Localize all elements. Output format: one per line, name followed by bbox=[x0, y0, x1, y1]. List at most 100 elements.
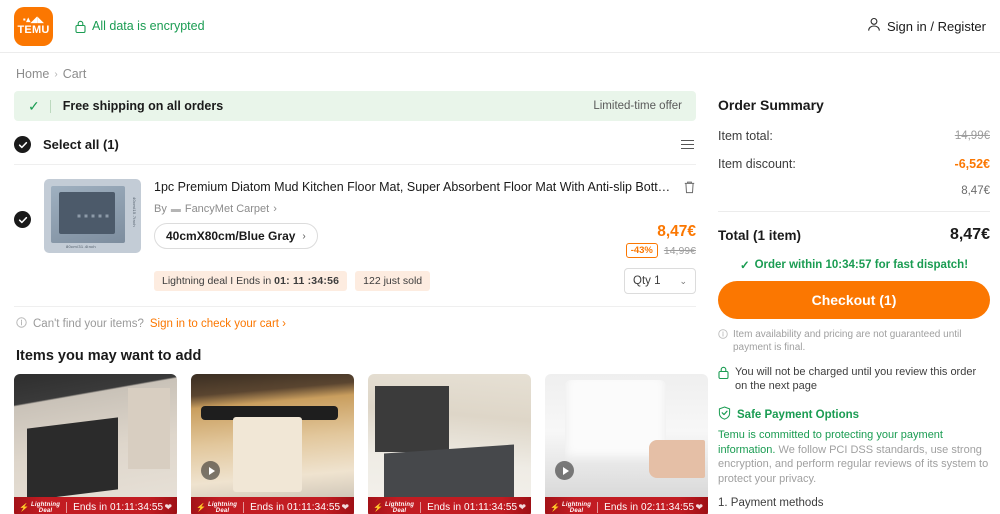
item-variant-price-row: 40cmX80cm/Blue Gray › 8,47€ -43% 14,99€ bbox=[154, 223, 696, 258]
footer-divider bbox=[243, 502, 245, 513]
shield-check-icon bbox=[718, 406, 731, 423]
recommendation-card[interactable]: ⚡ Lightning Deal Ends in 01:11:34:55 ❤ bbox=[191, 374, 354, 514]
safe-payment-body: Temu is committed to protecting your pay… bbox=[718, 428, 990, 486]
lightning-deal-timer: 01: 11 :34:56 bbox=[274, 275, 340, 287]
store-chevron-icon: › bbox=[273, 203, 277, 215]
deal-footer: ⚡ Lightning Deal Ends in 01:11:34:55 ❤ bbox=[14, 497, 177, 514]
logo-mark: ▪▴◢◣ bbox=[22, 15, 45, 24]
item-title[interactable]: 1pc Premium Diatom Mud Kitchen Floor Mat… bbox=[154, 179, 683, 195]
lightning-deal-logo: Lightning Deal bbox=[31, 502, 60, 514]
footer-divider bbox=[597, 502, 599, 513]
thumbnail-mat-surface bbox=[59, 192, 115, 234]
fast-dispatch-notice: ✓ Order within 10:34:57 for fast dispatc… bbox=[718, 258, 990, 272]
thumbnail-dimension-bottom: 80cm/31.4inch bbox=[66, 244, 96, 249]
breadcrumb-home[interactable]: Home bbox=[16, 67, 49, 81]
heart-icon: ❤ bbox=[518, 502, 526, 512]
user-icon bbox=[867, 17, 881, 35]
lightning-deal-logo: Lightning Deal bbox=[385, 502, 414, 514]
thumbnail-texture bbox=[77, 214, 108, 218]
quantity-select[interactable]: Qty 1 ⌄ bbox=[624, 268, 696, 294]
cart-page: ▪▴◢◣ TEMU All data is encrypted Sign in … bbox=[0, 0, 1000, 514]
item-discount-label: Item discount: bbox=[718, 157, 796, 171]
recommendations-title: Items you may want to add bbox=[16, 348, 202, 364]
safe-payment-header: Safe Payment Options bbox=[718, 406, 990, 423]
total-value: 8,47€ bbox=[949, 226, 990, 243]
signin-register-button[interactable]: Sign in / Register bbox=[867, 17, 986, 35]
variant-label: 40cmX80cm/Blue Gray bbox=[166, 229, 296, 243]
bolt-icon: ⚡ bbox=[19, 503, 29, 512]
chevron-down-icon: ⌄ bbox=[679, 275, 687, 286]
deal-footer: ⚡ Lightning Deal Ends in 02:11:34:55 ❤ bbox=[545, 497, 708, 514]
info-icon bbox=[16, 317, 27, 331]
item-price-current: 8,47€ bbox=[657, 223, 696, 240]
item-checkbox[interactable] bbox=[14, 211, 31, 228]
total-label: Total (1 item) bbox=[718, 227, 802, 243]
temu-logo[interactable]: ▪▴◢◣ TEMU bbox=[14, 6, 53, 46]
hint-text: Can't find your items? bbox=[33, 318, 144, 330]
subtotal-value: 8,47€ bbox=[961, 185, 990, 197]
recommendation-card[interactable]: ⚡ Lightning Deal Ends in 02:11:34:55 ❤ bbox=[545, 374, 708, 514]
signin-cart-link[interactable]: Sign in to check your cart › bbox=[150, 318, 286, 330]
safe-payment-title: Safe Payment Options bbox=[737, 408, 860, 421]
delete-item-icon[interactable] bbox=[683, 180, 696, 199]
footer-divider bbox=[66, 502, 68, 513]
lock-icon bbox=[75, 20, 86, 33]
variant-selector[interactable]: 40cmX80cm/Blue Gray › bbox=[154, 223, 318, 249]
store-prefix: By bbox=[154, 203, 167, 215]
lock-icon bbox=[718, 366, 729, 393]
select-all-checkbox[interactable] bbox=[14, 136, 31, 153]
banner-divider bbox=[49, 99, 51, 113]
item-total-value: 14,99€ bbox=[954, 130, 990, 142]
order-summary-title: Order Summary bbox=[718, 97, 824, 113]
item-price-block: 8,47€ -43% 14,99€ bbox=[625, 223, 696, 258]
footer-divider bbox=[420, 502, 422, 513]
deal-footer: ⚡ Lightning Deal Ends in 01:11:34:55 ❤ bbox=[191, 497, 354, 514]
availability-note: Item availability and pricing are not gu… bbox=[718, 328, 990, 354]
charge-notice: You will not be charged until you review… bbox=[718, 365, 990, 393]
card-timer: Ends in 01:11:34:55 bbox=[73, 502, 164, 513]
recommendation-card[interactable]: ⚡ Lightning Deal Ends in 01:11:34:55 ❤ bbox=[368, 374, 531, 514]
heart-icon: ❤ bbox=[341, 502, 349, 512]
encryption-label: All data is encrypted bbox=[92, 19, 205, 33]
check-icon: ✓ bbox=[739, 260, 750, 272]
bolt-icon: ⚡ bbox=[373, 503, 383, 512]
recommendations-grid: ⚡ Lightning Deal Ends in 01:11:34:55 ❤ ⚡ bbox=[14, 374, 708, 514]
availability-note-text: Item availability and pricing are not gu… bbox=[733, 329, 962, 353]
item-tags-qty-row: Lightning deal I Ends in 01: 11 :34:56 1… bbox=[154, 268, 696, 294]
chevron-right-icon: › bbox=[302, 230, 306, 242]
card-timer: Ends in 02:11:34:55 bbox=[604, 502, 695, 513]
thumbnail-dimension-right: 40cm/15.7inch bbox=[132, 197, 137, 227]
item-price-original: 14,99€ bbox=[663, 244, 696, 257]
free-shipping-banner: ✓ Free shipping on all orders Limited-ti… bbox=[14, 91, 696, 121]
total-row: Total (1 item) 8,47€ bbox=[718, 226, 990, 244]
encryption-notice: All data is encrypted bbox=[75, 19, 205, 33]
play-video-icon[interactable] bbox=[201, 461, 220, 480]
deal-logo-line2: Deal bbox=[569, 507, 584, 514]
checkout-button[interactable]: Checkout (1) bbox=[718, 281, 990, 319]
deal-logo-line2: Deal bbox=[392, 507, 407, 514]
quantity-label: Qty 1 bbox=[633, 275, 661, 287]
signin-label: Sign in / Register bbox=[887, 18, 986, 34]
summary-divider bbox=[718, 211, 990, 212]
bolt-icon: ⚡ bbox=[550, 503, 560, 512]
item-total-row: Item total: 14,99€ bbox=[718, 129, 990, 143]
card-timer: Ends in 01:11:34:55 bbox=[427, 502, 518, 513]
list-view-icon[interactable] bbox=[681, 139, 696, 150]
cart-column: ✓ Free shipping on all orders Limited-ti… bbox=[14, 91, 708, 514]
deal-footer: ⚡ Lightning Deal Ends in 01:11:34:55 ❤ bbox=[368, 497, 531, 514]
recommendation-card[interactable]: ⚡ Lightning Deal Ends in 01:11:34:55 ❤ bbox=[14, 374, 177, 514]
order-summary-panel: Order Summary Item total: 14,99€ Item di… bbox=[718, 91, 990, 514]
store-name: FancyMet Carpet bbox=[184, 203, 270, 215]
item-discount-value: -6,52€ bbox=[954, 157, 990, 171]
card-timer: Ends in 01:11:34:55 bbox=[250, 502, 341, 513]
item-total-label: Item total: bbox=[718, 129, 773, 143]
item-thumbnail[interactable]: 80cm/31.4inch 40cm/15.7inch bbox=[44, 179, 141, 253]
lightning-deal-logo: Lightning Deal bbox=[562, 502, 591, 514]
charge-notice-text: You will not be charged until you review… bbox=[735, 366, 977, 392]
heart-icon: ❤ bbox=[695, 502, 703, 512]
item-store-link[interactable]: By ▬ FancyMet Carpet › bbox=[154, 203, 696, 215]
info-icon bbox=[718, 329, 728, 354]
select-all-row: Select all (1) bbox=[14, 125, 696, 165]
just-sold-tag: 122 just sold bbox=[355, 271, 431, 291]
play-video-icon[interactable] bbox=[555, 461, 574, 480]
